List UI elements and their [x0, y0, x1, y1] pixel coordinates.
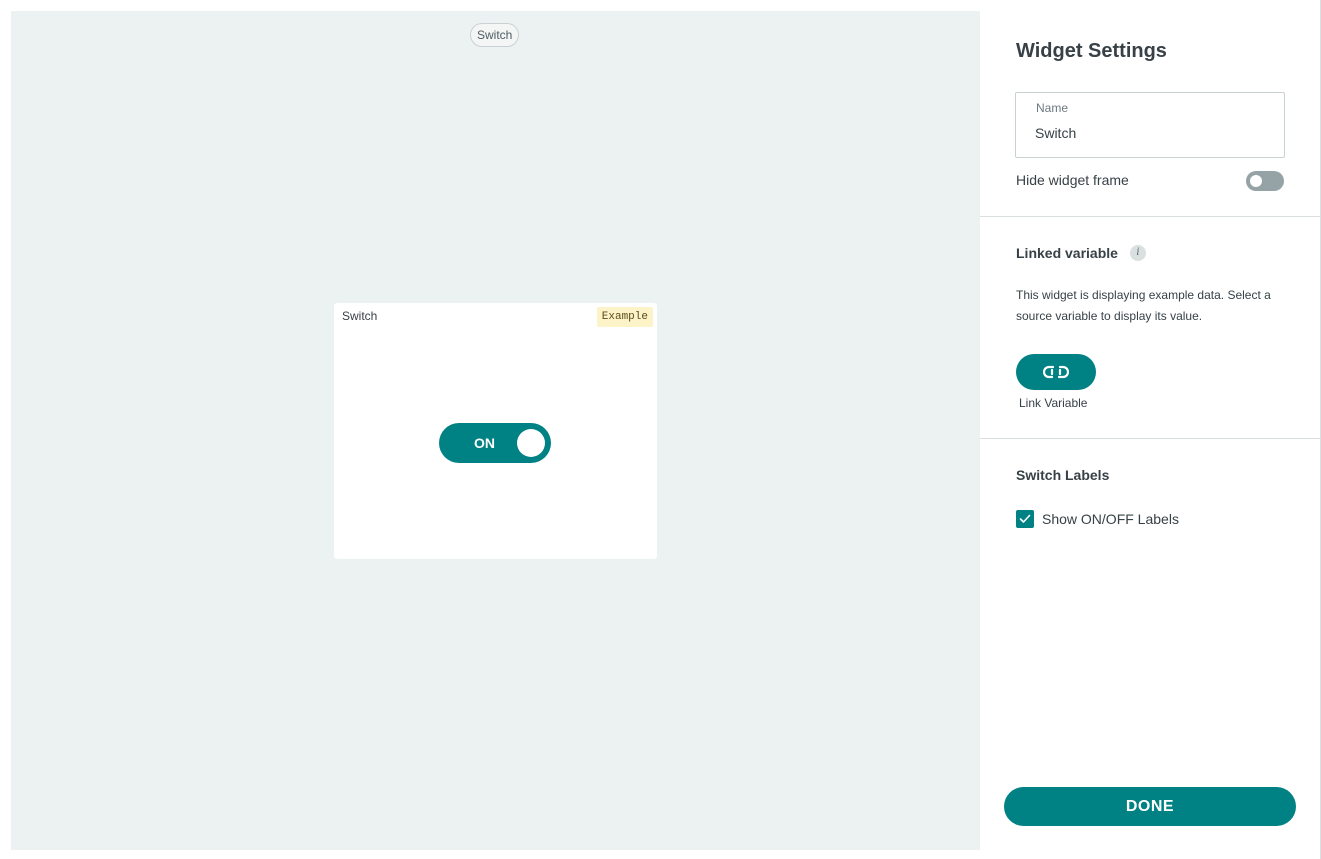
section-divider — [980, 438, 1320, 439]
link-variable-button[interactable] — [1016, 354, 1096, 390]
widget-settings-panel: Widget Settings Name Hide widget frame L… — [980, 0, 1321, 859]
hide-frame-toggle-knob — [1250, 175, 1262, 187]
switch-labels-title: Switch Labels — [1016, 467, 1110, 483]
show-labels-label[interactable]: Show ON/OFF Labels — [1042, 510, 1179, 528]
linked-variable-description: This widget is displaying example data. … — [1016, 288, 1271, 323]
dashboard-canvas: Switch Switch Example ON — [11, 11, 980, 850]
link-icon — [1043, 365, 1069, 379]
name-field[interactable]: Name — [1015, 92, 1285, 158]
section-divider — [980, 216, 1320, 217]
hide-frame-toggle[interactable] — [1246, 171, 1284, 191]
widget-title: Switch — [342, 309, 378, 323]
switch-knob — [517, 429, 545, 457]
linked-variable-title: Linked variable — [1016, 245, 1118, 261]
done-button[interactable]: DONE — [1004, 787, 1296, 826]
link-variable-label: Link Variable — [1019, 396, 1088, 410]
switch-widget[interactable]: Switch Example ON — [334, 303, 657, 559]
example-badge: Example — [596, 307, 653, 327]
switch-on-label: ON — [474, 435, 495, 451]
check-icon — [1019, 514, 1031, 523]
panel-title: Widget Settings — [1016, 40, 1167, 62]
info-icon[interactable]: i — [1130, 245, 1146, 261]
show-labels-checkbox[interactable] — [1016, 510, 1034, 528]
widget-type-chip: Switch — [470, 23, 520, 47]
name-input[interactable] — [1035, 125, 1265, 141]
name-field-label: Name — [1036, 101, 1069, 115]
hide-frame-label: Hide widget frame — [1016, 172, 1129, 188]
widget-switch-toggle[interactable]: ON — [439, 423, 551, 463]
